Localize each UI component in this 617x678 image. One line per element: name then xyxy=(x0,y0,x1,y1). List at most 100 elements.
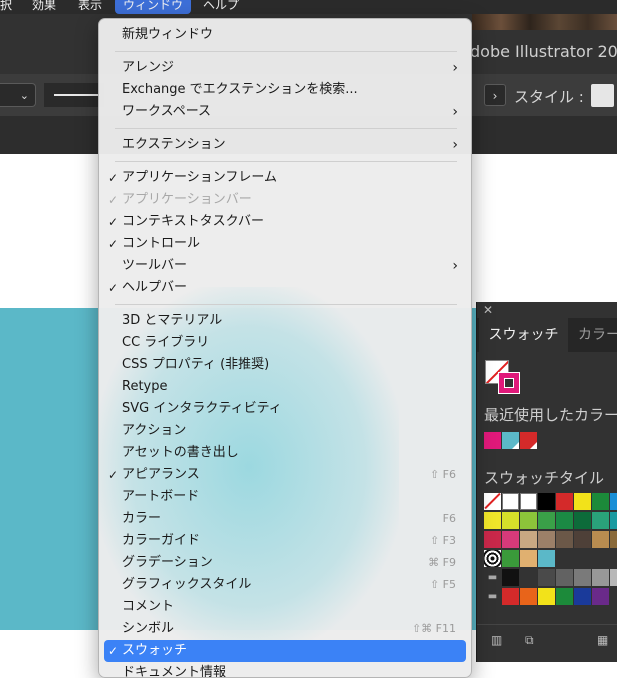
color-swatch[interactable] xyxy=(610,569,617,586)
menubar-item-select[interactable]: 択 xyxy=(0,0,12,14)
color-swatch[interactable] xyxy=(556,512,573,529)
menu-item[interactable]: グラフィックスタイル ⇧ F5 xyxy=(104,574,466,596)
stroke-style-dropdown[interactable] xyxy=(44,83,104,107)
folder-icon[interactable]: ▬ xyxy=(484,588,501,605)
color-swatch[interactable] xyxy=(556,493,573,510)
color-swatch[interactable] xyxy=(538,588,555,605)
color-swatch[interactable] xyxy=(556,569,573,586)
menu-item[interactable]: カラーガイド ⇧ F3 xyxy=(104,530,466,552)
color-swatch[interactable] xyxy=(502,550,519,567)
menu-item[interactable]: カラー F6 xyxy=(104,508,466,530)
menu-item[interactable]: 3D とマテリアル xyxy=(104,310,466,332)
menu-item[interactable]: ツールバー › xyxy=(104,255,466,277)
menu-item[interactable]: Retype xyxy=(104,376,466,398)
swatch-row: ▬ xyxy=(484,588,609,605)
color-swatch[interactable] xyxy=(520,531,537,548)
menu-item[interactable]: ✓ アピアランス ⇧ F6 xyxy=(104,464,466,486)
color-swatch[interactable] xyxy=(574,569,591,586)
color-swatch[interactable] xyxy=(574,588,591,605)
keyboard-shortcut: ⌘ F9 xyxy=(428,556,456,569)
color-swatch[interactable] xyxy=(520,512,537,529)
color-swatch[interactable] xyxy=(538,569,555,586)
menu-item-label: アクション xyxy=(122,423,187,438)
color-swatch[interactable] xyxy=(538,493,555,510)
menu-item[interactable]: コメント xyxy=(104,596,466,618)
menu-item[interactable]: ✓ スウォッチ xyxy=(104,640,466,662)
color-swatch[interactable] xyxy=(484,531,501,548)
color-swatch[interactable] xyxy=(502,432,519,449)
color-swatch[interactable] xyxy=(520,550,537,567)
tab-color[interactable]: カラー xyxy=(578,318,617,352)
menu-item[interactable]: アレンジ › xyxy=(104,57,466,79)
chevron-right-icon: › xyxy=(452,258,458,274)
color-swatch[interactable] xyxy=(484,512,501,529)
color-swatch[interactable] xyxy=(520,493,537,510)
chevron-right-icon: › xyxy=(452,60,458,76)
menu-item[interactable]: アセットの書き出し xyxy=(104,442,466,464)
color-swatch[interactable] xyxy=(538,512,555,529)
menubar-item-help[interactable]: ヘルプ xyxy=(203,0,239,14)
color-swatch[interactable] xyxy=(520,588,537,605)
color-swatch[interactable] xyxy=(520,432,537,449)
color-swatch[interactable] xyxy=(592,569,609,586)
menu-item[interactable]: ✓ コンテキストタスクバー xyxy=(104,211,466,233)
color-swatch[interactable] xyxy=(502,569,519,586)
close-icon[interactable]: ✕ xyxy=(483,303,493,317)
swatch-row xyxy=(484,531,617,548)
pattern-swatch[interactable] xyxy=(484,550,501,567)
menu-item[interactable]: CSS プロパティ (非推奨) xyxy=(104,354,466,376)
library-icon[interactable]: ▥ xyxy=(491,633,502,647)
color-swatch[interactable] xyxy=(574,531,591,548)
menu-item[interactable]: ✓ コントロール xyxy=(104,233,466,255)
menubar-item-view[interactable]: 表示 xyxy=(78,0,102,14)
color-swatch[interactable] xyxy=(556,531,573,548)
menu-item[interactable]: シンボル ⇧⌘ F11 xyxy=(104,618,466,640)
menu-item-label: CSS プロパティ (非推奨) xyxy=(122,357,270,372)
tab-swatches[interactable]: スウォッチ xyxy=(479,318,568,352)
color-swatch[interactable] xyxy=(592,588,609,605)
graphic-style-swatch[interactable] xyxy=(591,84,614,107)
menu-item[interactable]: CC ライブラリ xyxy=(104,332,466,354)
menu-item[interactable]: Exchange でエクステンションを検索... xyxy=(104,79,466,101)
color-swatch[interactable] xyxy=(502,512,519,529)
color-swatch[interactable] xyxy=(538,531,555,548)
menu-item[interactable]: ✓ ヘルプバー xyxy=(104,277,466,299)
color-swatch[interactable] xyxy=(610,493,617,510)
swatch-options-icon[interactable]: ▦ xyxy=(597,633,608,647)
color-swatch[interactable] xyxy=(574,512,591,529)
color-swatch[interactable] xyxy=(592,531,609,548)
color-swatch[interactable] xyxy=(502,588,519,605)
color-swatch[interactable] xyxy=(592,512,609,529)
menu-item[interactable]: ✓ アプリケーションフレーム xyxy=(104,167,466,189)
color-swatch[interactable] xyxy=(538,550,555,567)
fill-dropdown[interactable]: ⌄ xyxy=(0,83,36,107)
color-swatch[interactable] xyxy=(502,531,519,548)
color-swatch[interactable] xyxy=(556,588,573,605)
color-swatch[interactable] xyxy=(610,512,617,529)
folder-icon[interactable]: ▬ xyxy=(484,569,501,586)
menu-item[interactable]: グラデーション ⌘ F9 xyxy=(104,552,466,574)
menu-item[interactable]: アートボード xyxy=(104,486,466,508)
menu-item[interactable]: アクション xyxy=(104,420,466,442)
chevron-right-icon: › xyxy=(452,104,458,120)
menu-item[interactable]: ドキュメント情報 xyxy=(104,662,466,677)
menu-item[interactable]: 新規ウィンドウ xyxy=(104,24,466,46)
color-swatch[interactable] xyxy=(520,569,537,586)
chevron-right-icon[interactable]: › xyxy=(484,84,506,106)
stroke-color-box[interactable] xyxy=(498,372,520,394)
color-swatch[interactable] xyxy=(610,531,617,548)
color-swatch[interactable] xyxy=(592,493,609,510)
menu-item-label: シンボル xyxy=(122,621,175,636)
menu-item[interactable]: エクステンション › xyxy=(104,134,466,156)
none-swatch[interactable] xyxy=(484,493,501,510)
color-swatch[interactable] xyxy=(484,432,501,449)
recent-colors-heading: 最近使用したカラー xyxy=(484,406,617,424)
color-swatch[interactable] xyxy=(502,493,519,510)
menu-item[interactable]: SVG インタラクティビティ xyxy=(104,398,466,420)
menu-item[interactable]: ワークスペース › xyxy=(104,101,466,123)
menubar-item-window[interactable]: ウィンドウ xyxy=(115,0,192,14)
swatch-menu-icon[interactable]: ⧉ xyxy=(525,633,534,648)
menubar-item-effect[interactable]: 効果 xyxy=(32,0,56,14)
checkmark-icon: ✓ xyxy=(108,644,119,658)
color-swatch[interactable] xyxy=(574,493,591,510)
